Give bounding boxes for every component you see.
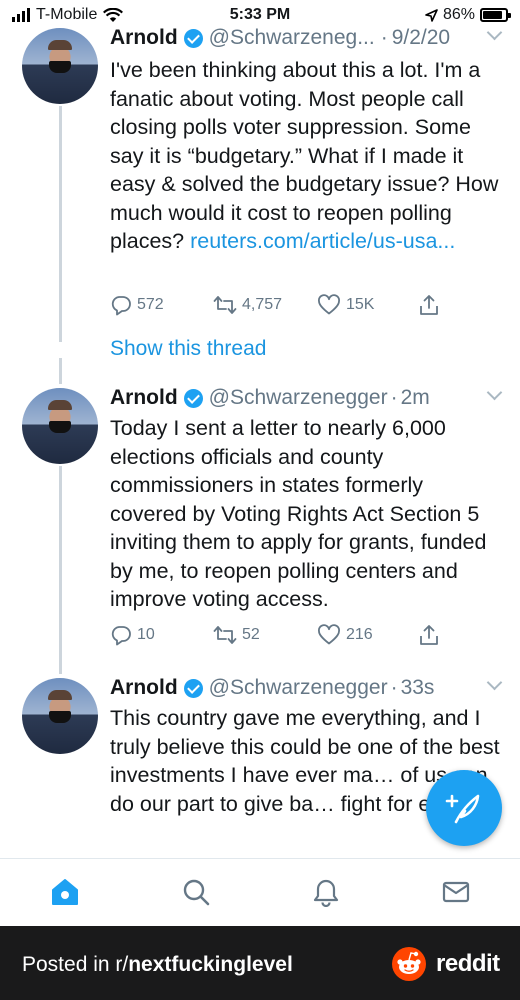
share-button[interactable] [418, 294, 440, 316]
timestamp[interactable]: 9/2/20 [392, 25, 450, 51]
share-icon [420, 295, 438, 315]
compose-tweet-button[interactable] [426, 770, 502, 846]
show-thread-link[interactable]: Show this thread [110, 337, 266, 361]
compose-feather-icon [445, 794, 480, 824]
thread-line [59, 106, 62, 342]
retweet-button[interactable]: 52 [213, 624, 260, 646]
share-button[interactable] [418, 624, 440, 646]
retweet-count: 4,757 [242, 296, 283, 313]
display-name[interactable]: Arnold [110, 25, 178, 51]
chevron-down-icon[interactable] [486, 384, 503, 401]
user-handle[interactable]: @Schwarzenegger [209, 385, 388, 411]
separator: · [390, 386, 398, 409]
subreddit-name[interactable]: nextfuckinglevel [128, 953, 293, 976]
like-count: 15K [346, 296, 375, 313]
separator: · [380, 26, 388, 49]
reddit-footer: Posted in r/nextfuckinglevel reddit [0, 926, 520, 1000]
user-handle[interactable]: @Schwarzeneg... [209, 25, 375, 51]
tweet-text: Today I sent a letter to nearly 6,000 el… [110, 416, 487, 611]
tweet-header: Arnold @Schwarzeneg... · 9/2/20 [110, 24, 503, 51]
retweet-icon [213, 626, 237, 644]
verified-badge-icon [183, 388, 203, 408]
home-icon[interactable] [50, 877, 80, 907]
chevron-down-icon[interactable] [486, 674, 503, 691]
retweet-icon [213, 296, 237, 314]
tweet-actions: 572 4,757 15K [110, 294, 450, 318]
verified-badge-icon [183, 28, 203, 48]
heart-icon [318, 294, 340, 315]
reply-icon [111, 296, 131, 316]
reddit-logo-icon [392, 947, 426, 981]
reply-count: 10 [137, 626, 155, 643]
share-icon [420, 625, 438, 645]
messages-envelope-icon[interactable] [441, 877, 471, 907]
user-handle[interactable]: @Schwarzenegger [209, 675, 388, 701]
like-button[interactable]: 216 [317, 624, 373, 646]
timestamp[interactable]: 2m [401, 385, 430, 411]
timestamp[interactable]: 33s [401, 675, 435, 701]
reply-button[interactable]: 572 [110, 294, 164, 316]
heart-icon [318, 624, 340, 645]
tweet-header: Arnold @Schwarzenegger · 33s [110, 674, 503, 701]
reply-count: 572 [137, 296, 164, 313]
posted-in-label: Posted in r/nextfuckinglevel [22, 953, 293, 976]
display-name[interactable]: Arnold [110, 385, 178, 411]
tweet-text: I've been thinking about this a lot. I'm… [110, 58, 499, 253]
notifications-bell-icon[interactable] [311, 877, 341, 907]
tweet[interactable]: Arnold @Schwarzeneg... · 9/2/20 I've bee… [0, 0, 520, 330]
like-count: 216 [346, 626, 373, 643]
chevron-down-icon[interactable] [486, 24, 503, 41]
avatar[interactable] [22, 28, 98, 104]
search-icon[interactable] [181, 877, 211, 907]
retweet-button[interactable]: 4,757 [213, 294, 282, 316]
avatar[interactable] [22, 388, 98, 464]
tweet-actions: 10 52 216 [110, 624, 450, 648]
tab-bar [0, 858, 520, 926]
retweet-count: 52 [242, 626, 260, 643]
reply-button[interactable]: 10 [110, 624, 155, 646]
avatar[interactable] [22, 678, 98, 754]
tweet-link[interactable]: reuters.com/article/us-usa... [190, 229, 455, 253]
display-name[interactable]: Arnold [110, 675, 178, 701]
tweet[interactable]: Arnold @Schwarzenegger · 2m Today I sent… [0, 370, 520, 660]
reddit-wordmark: reddit [436, 950, 500, 977]
like-button[interactable]: 15K [317, 294, 374, 316]
tweet-header: Arnold @Schwarzenegger · 2m [110, 384, 503, 411]
reply-icon [111, 626, 131, 646]
separator: · [390, 676, 398, 699]
verified-badge-icon [183, 678, 203, 698]
